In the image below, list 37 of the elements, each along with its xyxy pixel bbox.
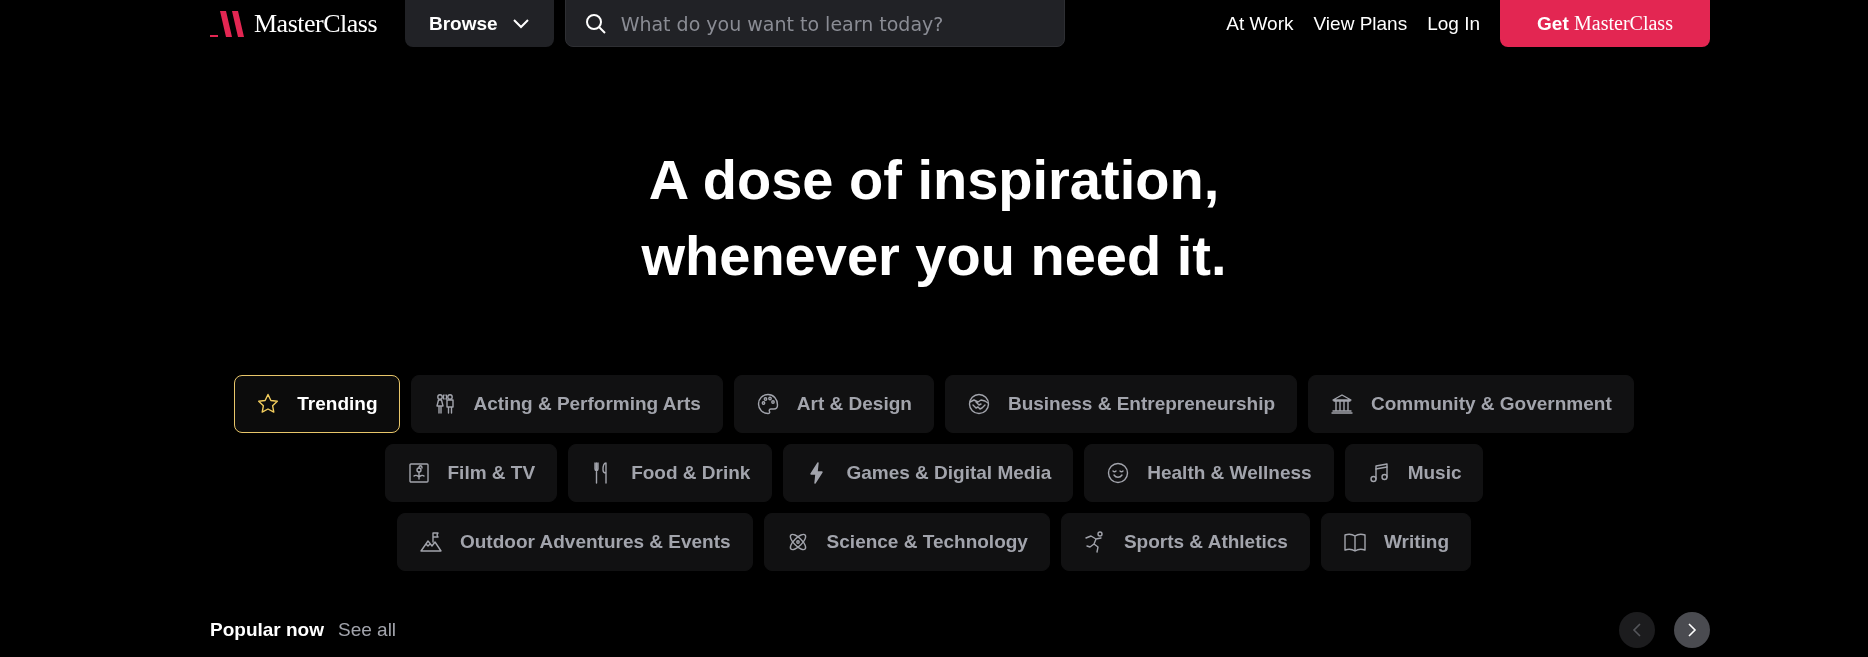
headline: whenever you need it. [641,223,1227,289]
category-chip[interactable]: Sports & Athletics [1060,513,1310,571]
search-icon [584,13,607,35]
section-title: Popular now [210,619,324,641]
category-chip[interactable]: Acting & Performing Arts [410,375,723,433]
category-chip[interactable]: Film & TV [384,444,558,502]
nav-link[interactable]: View Plans [1313,1,1408,35]
building-icon [1330,392,1355,416]
category-chip[interactable]: Art & Design [733,375,934,433]
handshake-icon [966,392,991,416]
category-chip[interactable]: Writing [1320,513,1471,571]
category-chip[interactable]: Trending [234,375,400,433]
chevron-left-icon [1631,622,1643,638]
category-chip[interactable]: Food & Drink [568,444,773,502]
smiley-icon [1106,461,1131,485]
logo-text[interactable]: MasterClass [254,8,378,39]
mountain-flag-icon [419,530,443,554]
category-chip[interactable]: Science & Technology [763,513,1050,571]
nav-link[interactable]: At Work [1226,1,1294,35]
category-chip[interactable]: Business & Entrepreneurship [944,375,1298,433]
category-chip[interactable]: Games & Digital Media [783,444,1074,502]
browse-button[interactable]: Browse [405,0,554,47]
category-chip[interactable]: Outdoor Adventures & Events [397,513,753,571]
get-masterclass-button[interactable]: Get MasterClass [1500,0,1710,47]
nav-link[interactable]: Log In [1427,1,1480,35]
star-icon [256,392,281,416]
flower-frame-icon [406,461,431,485]
chevron-right-icon [1686,622,1698,638]
category-chip[interactable]: Music [1344,444,1484,502]
search-field[interactable]: What do you want to learn today? [564,0,1065,47]
palette-icon [755,392,780,416]
next-button[interactable] [1674,612,1710,648]
headline: A dose of inspiration, [648,147,1220,213]
category-chip[interactable]: Health & Wellness [1084,444,1334,502]
caret-icon [511,17,530,30]
category-chip[interactable]: Community & Government [1308,375,1634,433]
see-all-link[interactable]: See all [338,619,397,641]
